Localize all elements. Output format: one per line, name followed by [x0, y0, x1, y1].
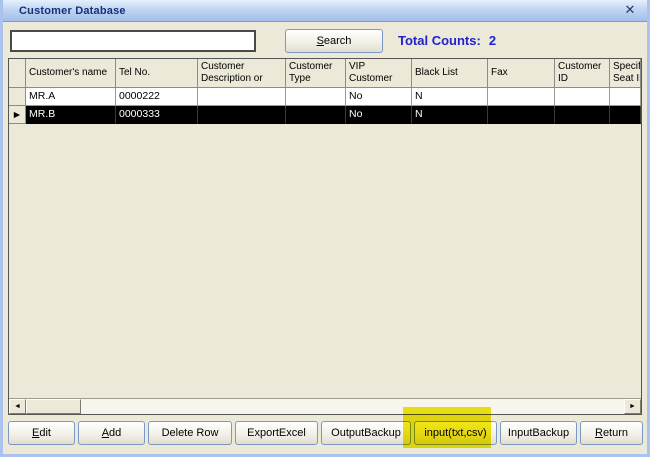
row-selector-cell-current: ►: [9, 106, 26, 124]
cell-customer-id[interactable]: [555, 88, 610, 106]
column-header-fax: Fax: [488, 59, 555, 88]
edit-button[interactable]: Edit: [8, 421, 75, 445]
cell-customer-type[interactable]: [286, 106, 346, 124]
search-input[interactable]: [10, 30, 256, 52]
total-counts-value: 2: [489, 33, 496, 48]
output-backup-label: OutputBackup: [331, 427, 401, 439]
scroll-right-arrow-icon: ►: [629, 403, 636, 410]
window-title: Customer Database: [3, 5, 126, 17]
cell-tel-no[interactable]: 0000333: [116, 106, 198, 124]
cell-specified-seat-id[interactable]: [610, 106, 641, 124]
cell-customer-description[interactable]: [198, 88, 286, 106]
scroll-right-button[interactable]: ►: [624, 399, 641, 414]
cell-vip-customer[interactable]: No: [346, 106, 412, 124]
column-header-customer-name: Customer's name: [26, 59, 116, 88]
cell-customer-description[interactable]: [198, 106, 286, 124]
cell-tel-no[interactable]: 0000222: [116, 88, 198, 106]
search-button-label: earch: [324, 35, 352, 47]
search-button-mnemonic: S: [317, 35, 324, 47]
cell-vip-customer[interactable]: No: [346, 88, 412, 106]
input-backup-label: InputBackup: [508, 427, 569, 439]
return-mnemonic: R: [595, 427, 603, 439]
delete-row-button[interactable]: Delete Row: [148, 421, 232, 445]
scrollbar-thumb[interactable]: [26, 399, 81, 414]
row-selector-cell[interactable]: [9, 88, 26, 106]
scrollbar-track[interactable]: [81, 399, 624, 414]
scroll-left-arrow-icon: ◄: [14, 403, 21, 410]
column-header-tel-no: Tel No.: [116, 59, 198, 88]
cell-fax[interactable]: [488, 106, 555, 124]
column-header-customer-description: Customer Description or: [198, 59, 286, 88]
total-counts-label: Total Counts:: [398, 33, 481, 48]
grid-empty-area: [9, 125, 641, 398]
customer-grid: Customer's name Tel No. Customer Descrip…: [8, 58, 642, 415]
delete-row-label: Delete Row: [162, 427, 219, 439]
input-txt-csv-label: input(txt,csv): [424, 427, 486, 439]
title-bar: Customer Database ✕: [3, 0, 647, 22]
column-header-specified-seat-id: Specified Seat ID: [610, 59, 641, 88]
cell-customer-name[interactable]: MR.A: [26, 88, 116, 106]
return-label: eturn: [603, 427, 628, 439]
table-row[interactable]: MR.A 0000222 No N: [9, 88, 641, 106]
output-backup-button[interactable]: OutputBackup: [321, 421, 411, 445]
cell-black-list[interactable]: N: [412, 106, 488, 124]
scroll-left-button[interactable]: ◄: [9, 399, 26, 414]
export-excel-label: ExportExcel: [247, 427, 306, 439]
add-button[interactable]: Add: [78, 421, 145, 445]
cell-specified-seat-id[interactable]: [610, 88, 641, 106]
add-label: dd: [109, 427, 121, 439]
edit-label: dit: [39, 427, 51, 439]
horizontal-scrollbar: ◄ ►: [9, 398, 641, 414]
input-backup-button[interactable]: InputBackup: [500, 421, 577, 445]
input-txt-csv-button[interactable]: input(txt,csv): [414, 421, 497, 445]
header-selector-cell: [9, 59, 26, 88]
grid-header-row: Customer's name Tel No. Customer Descrip…: [9, 59, 641, 88]
column-header-customer-type: Customer Type: [286, 59, 346, 88]
current-row-arrow-icon: ►: [12, 107, 22, 123]
return-button[interactable]: Return: [580, 421, 643, 445]
close-icon: ✕: [625, 2, 636, 17]
cell-customer-id[interactable]: [555, 106, 610, 124]
customer-database-window: Customer Database ✕ Search Total Counts:…: [0, 0, 650, 457]
search-button[interactable]: Search: [285, 29, 383, 53]
cell-customer-type[interactable]: [286, 88, 346, 106]
cell-fax[interactable]: [488, 88, 555, 106]
table-row-selected[interactable]: ► MR.B 0000333 No N: [9, 106, 641, 124]
column-header-black-list: Black List: [412, 59, 488, 88]
column-header-customer-id: Customer ID: [555, 59, 610, 88]
cell-black-list[interactable]: N: [412, 88, 488, 106]
cell-customer-name[interactable]: MR.B: [26, 106, 116, 124]
add-mnemonic: A: [102, 427, 109, 439]
column-header-vip-customer: VIP Customer: [346, 59, 412, 88]
total-counts: Total Counts: 2: [398, 33, 496, 48]
export-excel-button[interactable]: ExportExcel: [235, 421, 318, 445]
close-button[interactable]: ✕: [622, 2, 638, 18]
button-bar: Edit Add Delete Row ExportExcel OutputBa…: [8, 421, 642, 445]
